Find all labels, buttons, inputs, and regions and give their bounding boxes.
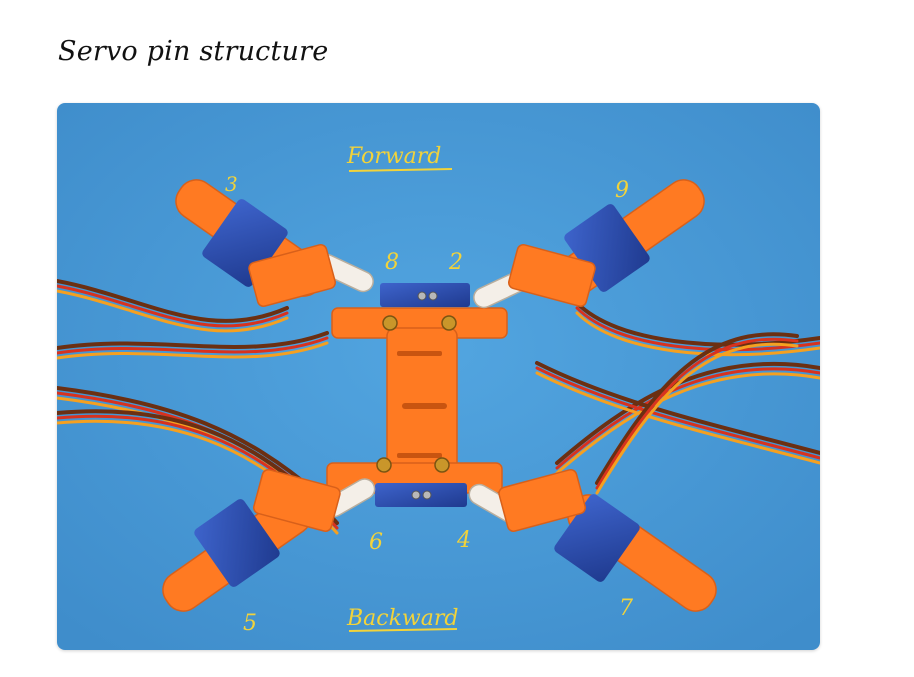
pin-label-6: 6 [369,530,383,555]
pin-label-8: 8 [385,250,399,275]
pin-label-9: 9 [615,178,629,203]
label-forward: Forward [346,144,441,169]
pin-label-2: 2 [448,250,463,275]
pin-label-5: 5 [243,611,257,636]
pin-label-4: 4 [456,528,471,553]
robot-photo: Forward Backward 3 8 2 9 5 6 4 7 [57,103,820,650]
pin-label-3: 3 [225,172,238,196]
robot-photo-illustration: Forward Backward 3 8 2 9 5 6 4 7 [57,103,820,650]
pin-label-7: 7 [619,596,633,621]
label-backward: Backward [346,606,458,631]
page-title: Servo pin structure [58,36,329,67]
